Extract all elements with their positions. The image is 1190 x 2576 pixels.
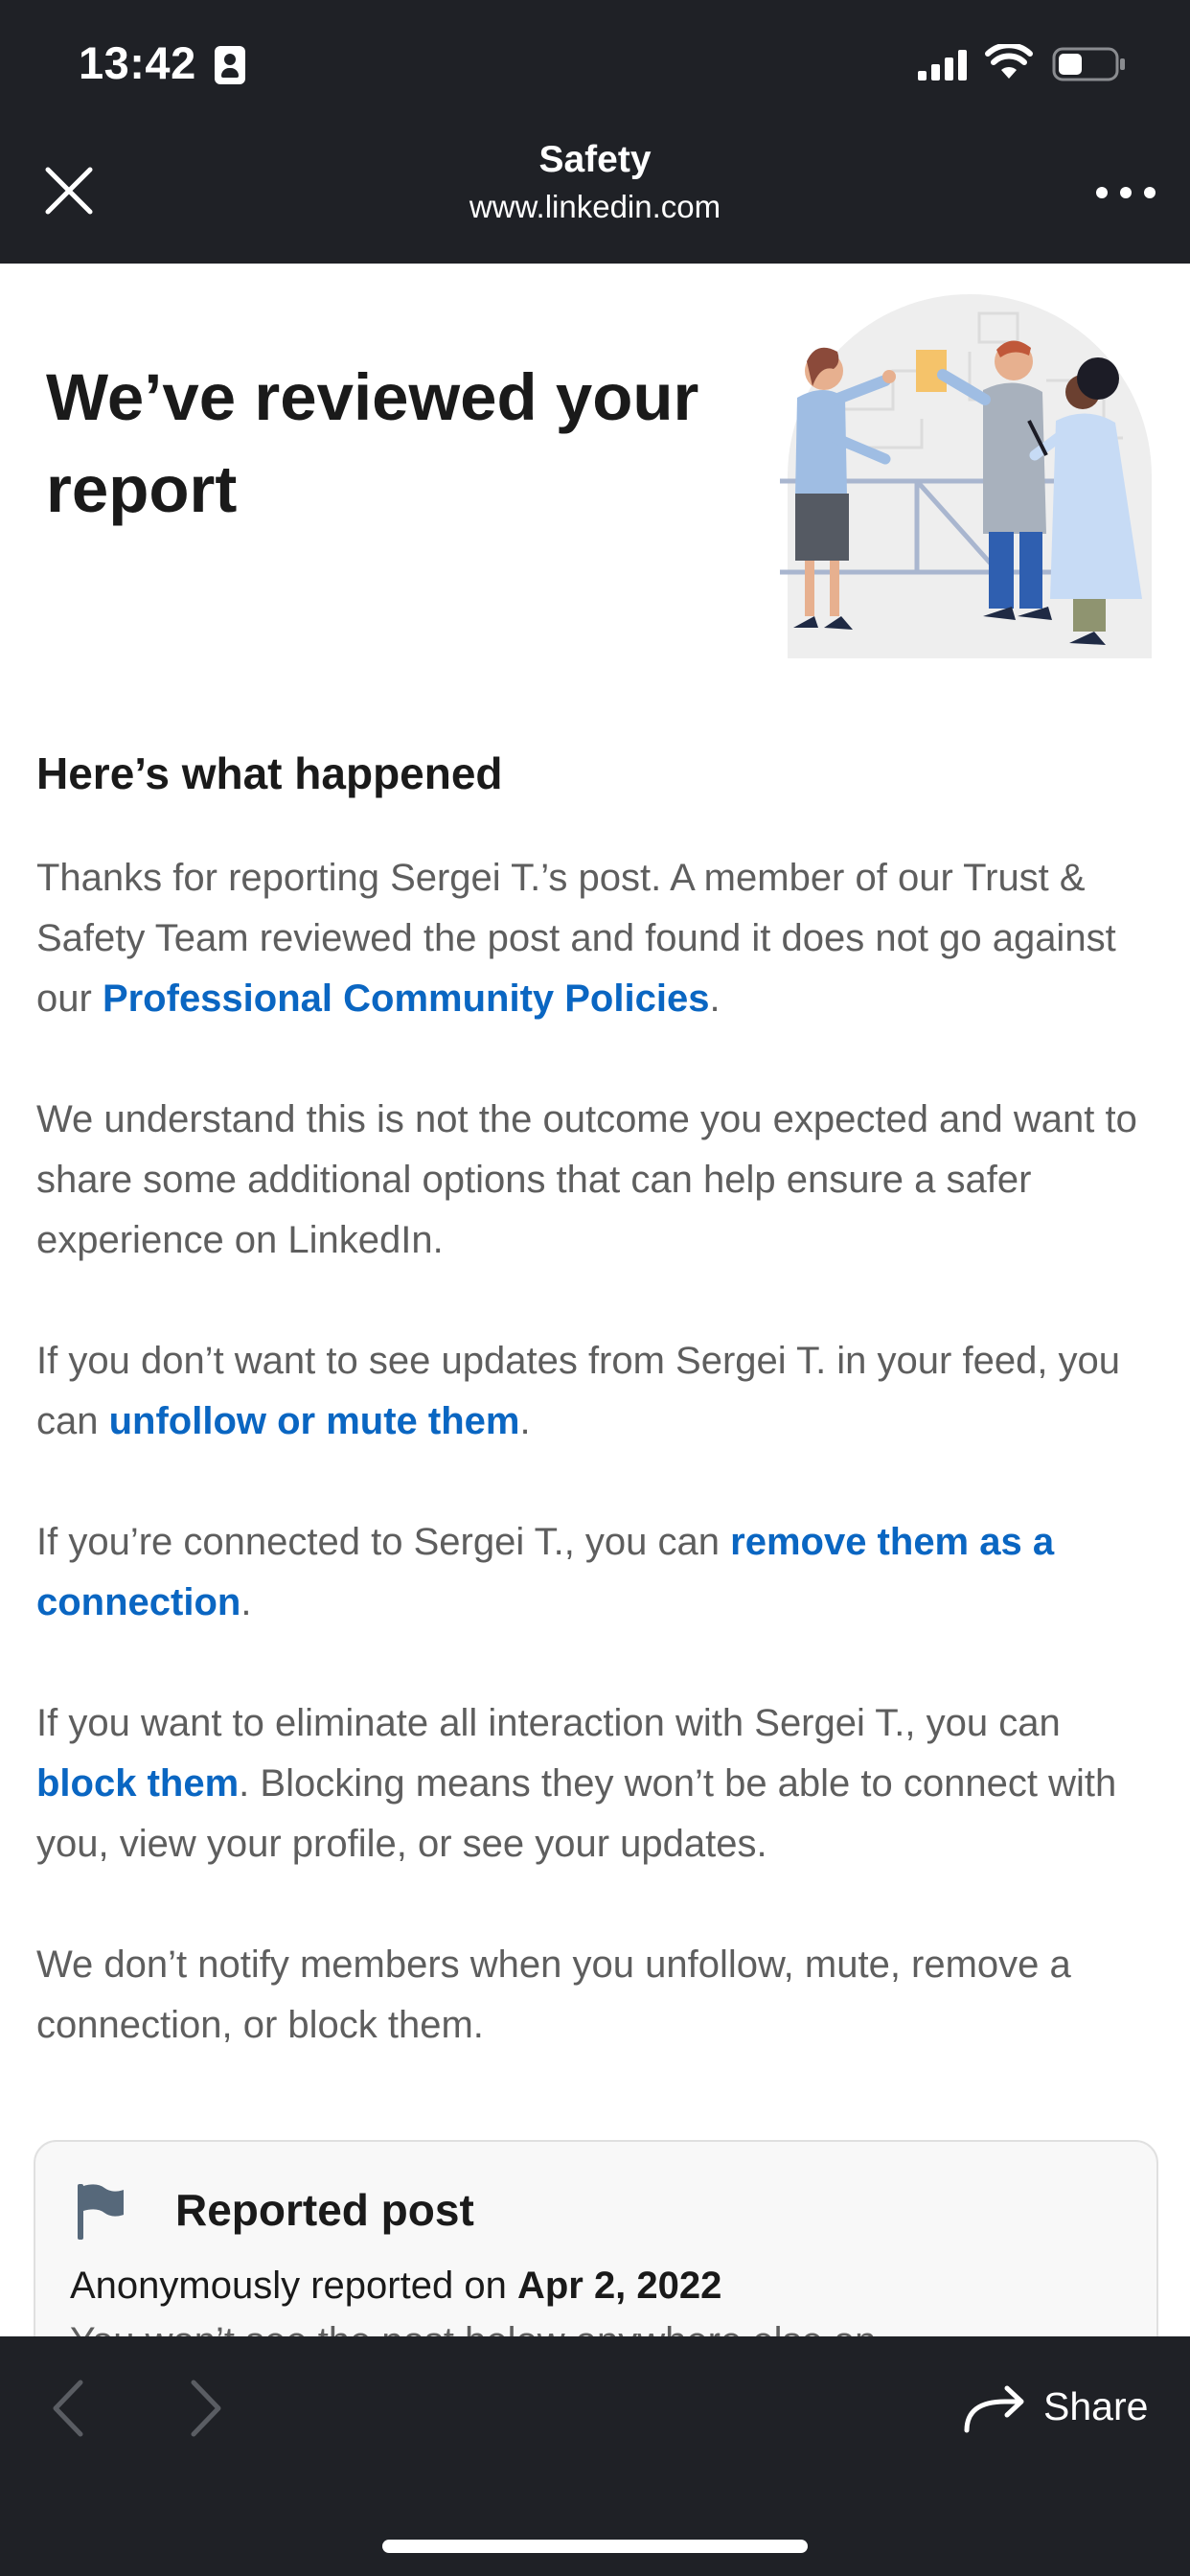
- team-review-illustration: [780, 294, 1152, 658]
- share-label: Share: [1043, 2384, 1149, 2428]
- block-paragraph-text: If you want to eliminate all interaction…: [36, 1702, 1061, 1744]
- block-link[interactable]: block them: [36, 1762, 239, 1805]
- battery-icon: [1052, 47, 1125, 81]
- reported-post-title: Reported post: [175, 2185, 474, 2235]
- policy-paragraph: Thanks for reporting Sergei T.’s post. A…: [36, 848, 1157, 1029]
- wifi-icon: [985, 44, 1033, 79]
- remove-connection-paragraph: If you’re connected to Sergei T., you ca…: [36, 1512, 1157, 1633]
- community-policies-link[interactable]: Professional Community Policies: [103, 978, 710, 1020]
- contact-icon: [215, 46, 245, 84]
- remove-connection-text: If you’re connected to Sergei T., you ca…: [36, 1521, 731, 1563]
- reported-date-prefix: Anonymously reported on: [70, 2265, 517, 2307]
- home-indicator[interactable]: [382, 2540, 808, 2553]
- back-icon[interactable]: [48, 2377, 86, 2440]
- reported-date-line: Anonymously reported on Apr 2, 2022: [70, 2265, 721, 2308]
- signal-icon: [918, 50, 967, 80]
- browser-title: Safety: [538, 139, 652, 180]
- block-paragraph: If you want to eliminate all interaction…: [36, 1693, 1157, 1874]
- reported-post-note: You won’t see the post below anywhere el…: [70, 2320, 876, 2336]
- period-text: .: [519, 1400, 531, 1442]
- browser-header: Safety www.linkedin.com: [0, 131, 1190, 264]
- page-content: We’ve reviewed your report Here’s what h…: [0, 264, 1190, 2336]
- flag-icon: [78, 2184, 124, 2240]
- status-bar: 13:42: [0, 0, 1190, 131]
- period-text: .: [240, 1581, 252, 1623]
- share-icon: [964, 2385, 1024, 2433]
- share-button[interactable]: Share: [963, 2380, 1174, 2438]
- notify-paragraph: We don’t notify members when you unfollo…: [36, 1944, 1071, 2046]
- status-time: 13:42: [79, 37, 196, 88]
- browser-toolbar: Share: [0, 2336, 1190, 2576]
- more-icon[interactable]: [1092, 181, 1159, 204]
- forward-icon[interactable]: [188, 2377, 226, 2440]
- browser-url: www.linkedin.com: [469, 189, 721, 224]
- unfollow-paragraph: If you don’t want to see updates from Se…: [36, 1331, 1157, 1452]
- section-heading: Here’s what happened: [36, 748, 503, 798]
- unfollow-mute-link[interactable]: unfollow or mute them: [109, 1400, 520, 1442]
- period-text: .: [709, 978, 721, 1020]
- page-title: We’ve reviewed your report: [46, 360, 699, 526]
- options-paragraph: We understand this is not the outcome yo…: [36, 1098, 1137, 1261]
- reported-date: Apr 2, 2022: [516, 2265, 722, 2307]
- reported-post-card: Reported post Anonymously reported on Ap…: [34, 2140, 1158, 2336]
